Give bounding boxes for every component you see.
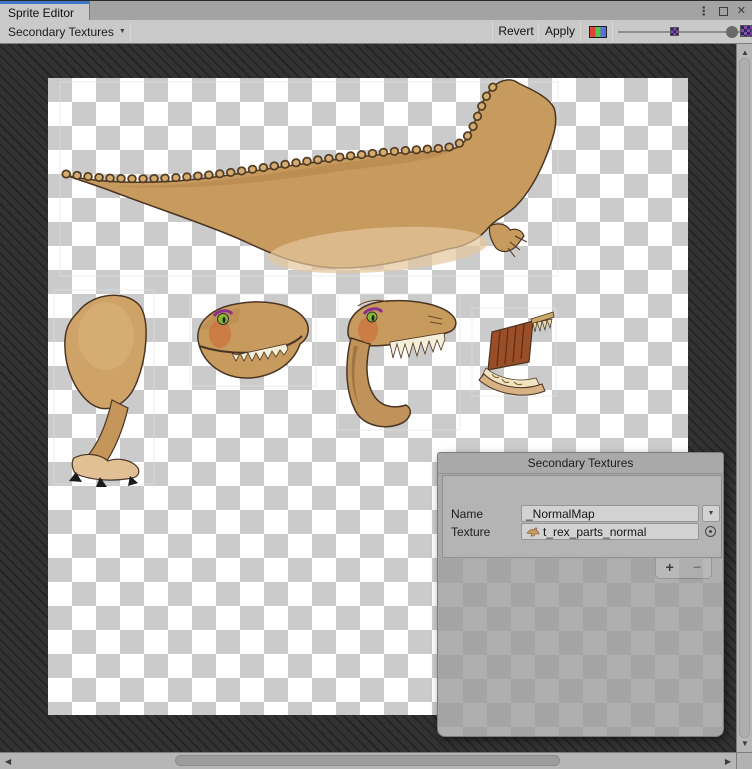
name-field[interactable]: _NormalMap	[521, 505, 699, 522]
t-rex-head-closed-sprite[interactable]	[198, 302, 308, 378]
mip-small-icon	[670, 27, 679, 36]
texture-field[interactable]: t_rex_parts_normal	[521, 523, 699, 540]
window-menu-icon[interactable]: ⋮	[698, 1, 710, 21]
texture-mode-label: Secondary Textures	[8, 25, 114, 39]
slider-thumb[interactable]	[726, 26, 738, 38]
t-rex-jaw-sprite[interactable]	[479, 312, 554, 395]
panel-title: Secondary Textures	[438, 453, 723, 474]
toolbar-separator	[580, 22, 581, 41]
titlebar: Sprite Editor ⋮ ✕	[0, 0, 752, 20]
slider-track[interactable]	[618, 31, 742, 33]
object-picker-icon[interactable]	[705, 526, 716, 537]
texture-row: Texture t_rex_parts_normal	[443, 523, 721, 540]
name-value: _NormalMap	[526, 507, 595, 521]
rgb-icon	[589, 26, 607, 38]
name-dropdown-button[interactable]: ▼	[702, 505, 720, 522]
texture-label: Texture	[451, 525, 490, 539]
close-icon[interactable]: ✕	[737, 1, 746, 21]
panel-fields-box: Name _NormalMap ▼ Texture t_rex_parts_no	[442, 475, 722, 558]
horizontal-scrollbar-thumb[interactable]	[175, 755, 560, 766]
secondary-textures-panel: Secondary Textures Name _NormalMap ▼ Tex…	[437, 452, 724, 737]
revert-button[interactable]: Revert	[494, 20, 538, 43]
window-controls: ⋮ ✕	[698, 1, 746, 21]
maximize-icon[interactable]	[719, 7, 728, 16]
horizontal-scrollbar[interactable]: ◀ ▶	[0, 752, 736, 769]
texture-thumbnail-icon	[526, 526, 540, 537]
scroll-left-icon[interactable]: ◀	[5, 757, 11, 766]
t-rex-body-sprite[interactable]	[66, 80, 556, 280]
texture-mode-dropdown[interactable]: Secondary Textures ▼	[4, 20, 130, 43]
active-tab-indicator	[0, 1, 89, 4]
vertical-scrollbar-thumb[interactable]	[739, 58, 750, 738]
toolbar-separator	[538, 22, 539, 41]
scroll-right-icon[interactable]: ▶	[725, 757, 731, 766]
texture-value: t_rex_parts_normal	[543, 525, 646, 539]
chevron-down-icon: ▼	[119, 28, 126, 35]
t-rex-leg-sprite[interactable]	[65, 295, 146, 487]
scroll-down-icon[interactable]: ▼	[741, 739, 749, 748]
toolbar-separator	[612, 22, 613, 41]
name-row: Name _NormalMap ▼	[443, 505, 721, 522]
t-rex-head-open-sprite[interactable]	[347, 300, 456, 426]
scroll-up-icon[interactable]: ▲	[741, 48, 749, 57]
toolbar-separator	[130, 22, 131, 41]
apply-button[interactable]: Apply	[540, 20, 580, 43]
name-label: Name	[451, 507, 483, 521]
editor-background: Secondary Textures Name _NormalMap ▼ Tex…	[0, 44, 752, 769]
zoom-mip-slider	[618, 20, 752, 43]
chevron-down-icon: ▼	[708, 510, 715, 517]
scrollbar-corner	[736, 752, 752, 769]
tab-label: Sprite Editor	[8, 6, 74, 20]
toolbar-separator	[492, 22, 493, 41]
rgb-alpha-toggle-button[interactable]	[584, 20, 612, 43]
mip-large-icon	[740, 25, 752, 37]
toolbar: Secondary Textures ▼ Revert Apply	[0, 20, 752, 44]
panel-empty-area	[439, 559, 722, 736]
tab-sprite-editor[interactable]: Sprite Editor	[0, 1, 90, 21]
sprite-editor-window: Sprite Editor ⋮ ✕ Secondary Textures ▼ R…	[0, 0, 752, 769]
vertical-scrollbar[interactable]: ▲ ▼	[736, 44, 752, 752]
